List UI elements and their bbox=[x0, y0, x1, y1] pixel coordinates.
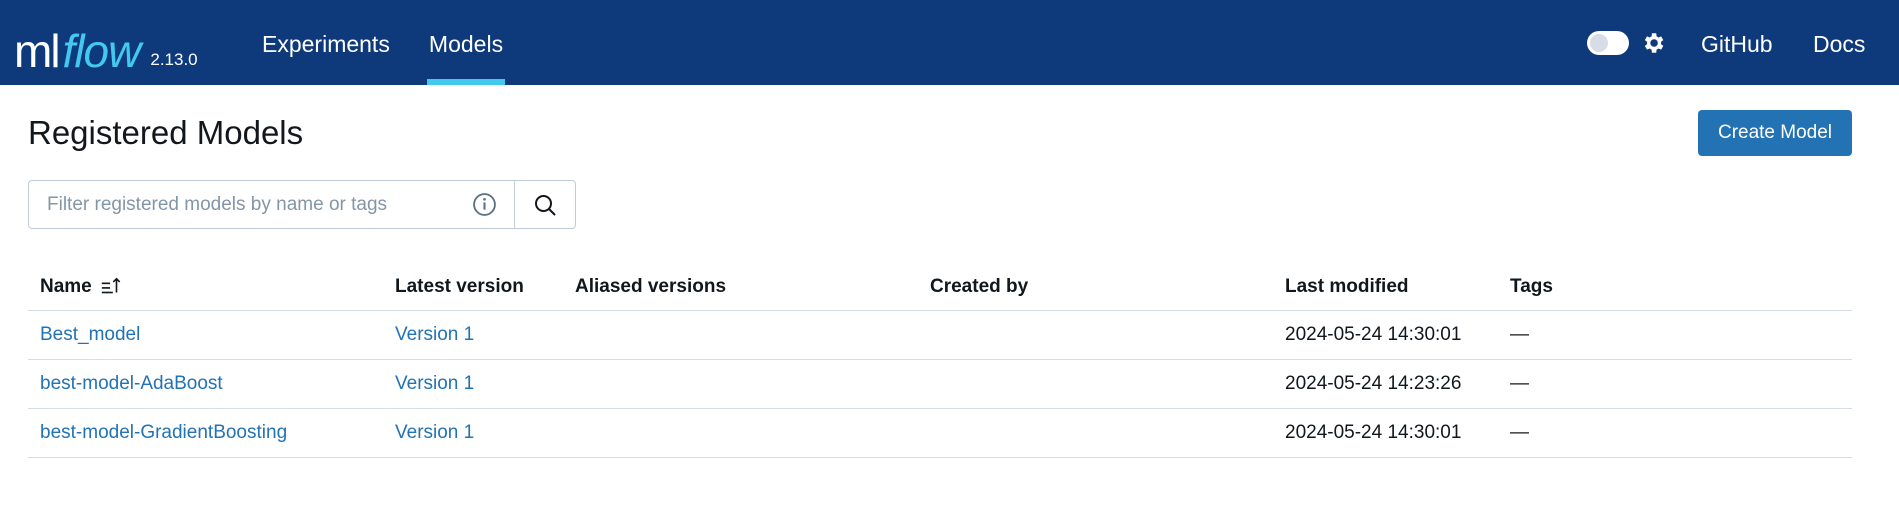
latest-version-link[interactable]: Version 1 bbox=[395, 324, 474, 346]
sort-ascending-icon[interactable] bbox=[100, 276, 122, 298]
tags-cell: — bbox=[1510, 422, 1529, 443]
nav-docs[interactable]: Docs bbox=[1813, 0, 1865, 85]
registered-models-table: Name Latest version Aliased versions Cre… bbox=[28, 264, 1852, 458]
dark-mode-toggle[interactable] bbox=[1587, 31, 1629, 55]
search-icon bbox=[535, 194, 556, 215]
table-row: best-model-GradientBoosting Version 1 20… bbox=[28, 409, 1852, 458]
column-header-last-modified: Last modified bbox=[1285, 276, 1409, 297]
model-name-link[interactable]: best-model-AdaBoost bbox=[40, 373, 223, 395]
column-header-aliased-versions: Aliased versions bbox=[575, 276, 727, 297]
search-input[interactable] bbox=[28, 180, 514, 229]
latest-version-link[interactable]: Version 1 bbox=[395, 373, 474, 395]
column-header-latest-version: Latest version bbox=[395, 276, 524, 297]
model-name-link[interactable]: Best_model bbox=[40, 324, 140, 346]
info-icon[interactable] bbox=[472, 192, 497, 217]
last-modified-cell: 2024-05-24 14:30:01 bbox=[1285, 422, 1462, 443]
column-name-label: Name bbox=[40, 276, 92, 297]
nav-experiments[interactable]: Experiments bbox=[262, 0, 390, 85]
page-title: Registered Models bbox=[28, 114, 304, 151]
table-row: best-model-AdaBoost Version 1 2024-05-24… bbox=[28, 360, 1852, 409]
last-modified-cell: 2024-05-24 14:23:26 bbox=[1285, 373, 1462, 394]
search-bar bbox=[28, 180, 576, 229]
nav-github[interactable]: GitHub bbox=[1701, 0, 1773, 85]
latest-version-link[interactable]: Version 1 bbox=[395, 422, 474, 444]
top-navbar: ml flow 2.13.0 Experiments Models GitHub… bbox=[0, 0, 1899, 85]
active-tab-indicator bbox=[427, 79, 505, 85]
model-name-link[interactable]: best-model-GradientBoosting bbox=[40, 422, 287, 444]
tags-cell: — bbox=[1510, 373, 1529, 394]
table-row: Best_model Version 1 2024-05-24 14:30:01… bbox=[28, 311, 1852, 360]
nav-models[interactable]: Models bbox=[427, 0, 505, 85]
version-label: 2.13.0 bbox=[150, 50, 198, 69]
mlflow-logo[interactable]: ml flow 2.13.0 bbox=[14, 14, 198, 74]
column-header-name[interactable]: Name bbox=[40, 264, 122, 310]
logo-ml-text: ml bbox=[14, 25, 61, 77]
toggle-knob bbox=[1590, 34, 1608, 52]
gear-icon[interactable] bbox=[1640, 30, 1666, 56]
column-header-created-by: Created by bbox=[930, 276, 1029, 297]
tags-cell: — bbox=[1510, 324, 1529, 345]
table-header: Name Latest version Aliased versions Cre… bbox=[28, 264, 1852, 311]
create-model-button[interactable]: Create Model bbox=[1698, 110, 1852, 156]
search-button[interactable] bbox=[514, 180, 576, 229]
logo-flow-text: flow bbox=[62, 25, 142, 77]
last-modified-cell: 2024-05-24 14:30:01 bbox=[1285, 324, 1462, 345]
column-header-tags: Tags bbox=[1510, 276, 1553, 297]
